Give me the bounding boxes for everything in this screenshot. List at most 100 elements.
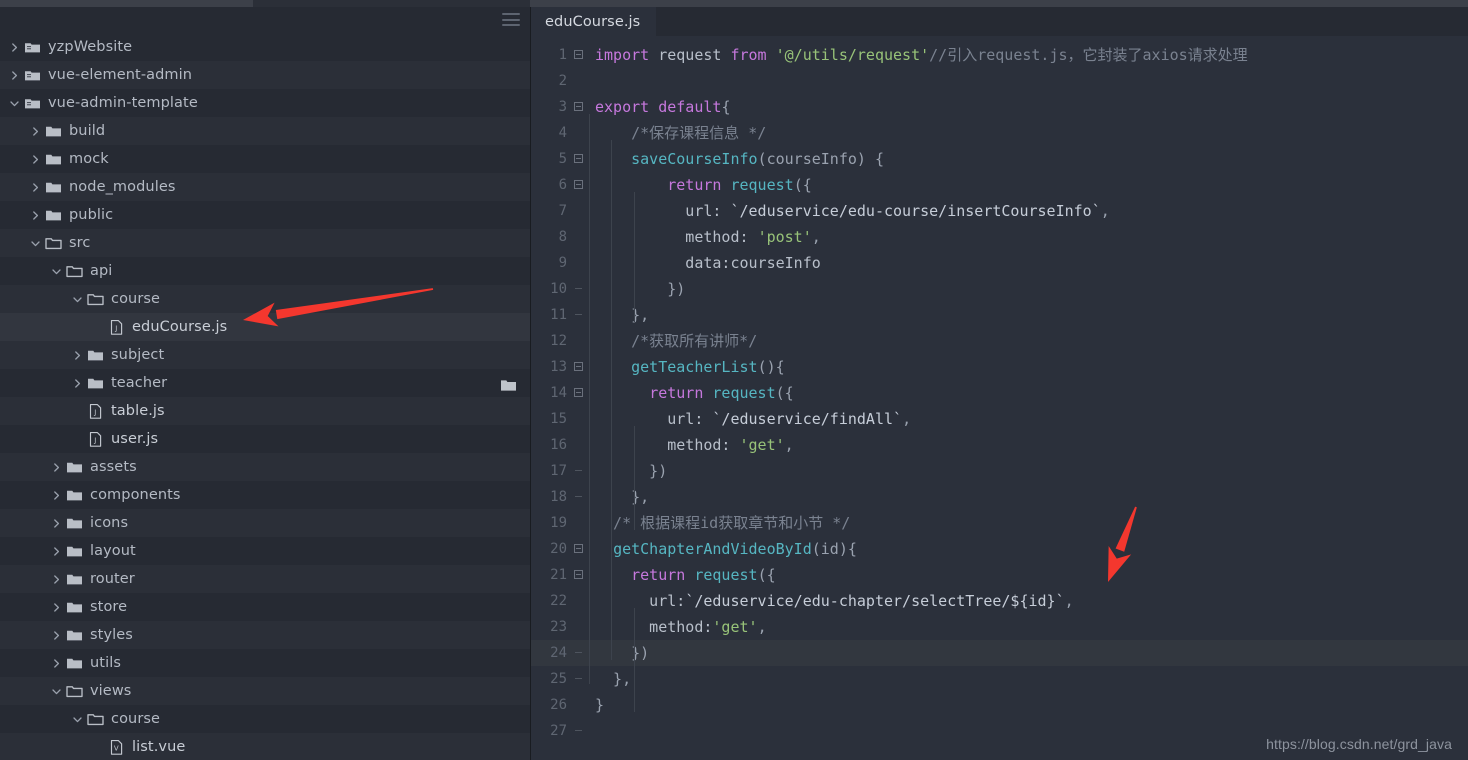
code-line-21[interactable]: 21 return request({: [531, 562, 1468, 588]
tree-folder-views[interactable]: views: [0, 677, 530, 705]
chevron-right-icon[interactable]: [8, 69, 21, 82]
code-line-7[interactable]: 7 url: `/eduservice/edu-course/insertCou…: [531, 198, 1468, 224]
chevron-right-icon[interactable]: [71, 349, 84, 362]
fold-collapse-icon[interactable]: [571, 94, 589, 120]
chevron-right-icon[interactable]: [71, 377, 84, 390]
chevron-right-icon[interactable]: [29, 209, 42, 222]
tree-folder-router[interactable]: router: [0, 565, 530, 593]
chevron-right-icon[interactable]: [29, 125, 42, 138]
tree-folder-utils[interactable]: utils: [0, 649, 530, 677]
hamburger-menu-icon[interactable]: [502, 13, 520, 26]
tree-folder-yzpwebsite[interactable]: yzpWebsite: [0, 33, 530, 61]
fold-gutter: [571, 666, 589, 692]
tree-file-educourse-js[interactable]: JeduCourse.js: [0, 313, 530, 341]
code-line-18[interactable]: 18 },: [531, 484, 1468, 510]
tree-folder-components[interactable]: components: [0, 481, 530, 509]
fold-collapse-icon[interactable]: [571, 172, 589, 198]
tree-file-table-js[interactable]: Jtable.js: [0, 397, 530, 425]
code-area[interactable]: 1 import request from '@/utils/request'//…: [531, 36, 1468, 760]
folder-open-icon: [66, 263, 83, 280]
code-line-12[interactable]: 12 /*获取所有讲师*/: [531, 328, 1468, 354]
code-line-15[interactable]: 15 url: `/eduservice/findAll`,: [531, 406, 1468, 432]
left-scrollbar-track[interactable]: [253, 0, 530, 7]
tree-folder-course[interactable]: course: [0, 705, 530, 733]
code-line-14[interactable]: 14 return request({: [531, 380, 1468, 406]
chevron-down-icon[interactable]: [8, 97, 21, 110]
code-line-23[interactable]: 23 method:'get',: [531, 614, 1468, 640]
tree-folder-public[interactable]: public: [0, 201, 530, 229]
code-line-3[interactable]: 3 export default{: [531, 94, 1468, 120]
tree-folder-mock[interactable]: mock: [0, 145, 530, 173]
tree-file-list-vue[interactable]: Vlist.vue: [0, 733, 530, 760]
code-line-11[interactable]: 11 },: [531, 302, 1468, 328]
code-line-8[interactable]: 8 method: 'post',: [531, 224, 1468, 250]
code-line-9[interactable]: 9 data:courseInfo: [531, 250, 1468, 276]
tree-folder-teacher[interactable]: teacher: [0, 369, 530, 397]
code-line-24[interactable]: 24 }): [531, 640, 1468, 666]
chevron-right-icon[interactable]: [29, 153, 42, 166]
code-line-10[interactable]: 10 }): [531, 276, 1468, 302]
chevron-down-icon[interactable]: [50, 685, 63, 698]
tree-folder-store[interactable]: store: [0, 593, 530, 621]
code-line-1[interactable]: 1 import request from '@/utils/request'//…: [531, 42, 1468, 68]
tree-file-user-js[interactable]: Juser.js: [0, 425, 530, 453]
fold-collapse-icon[interactable]: [571, 354, 589, 380]
chevron-right-icon[interactable]: [50, 517, 63, 530]
chevron-right-icon[interactable]: [50, 601, 63, 614]
tree-folder-assets[interactable]: assets: [0, 453, 530, 481]
code-line-4[interactable]: 4 /*保存课程信息 */: [531, 120, 1468, 146]
code-line-26[interactable]: 26}: [531, 692, 1468, 718]
tree-folder-vue-element-admin[interactable]: vue-element-admin: [0, 61, 530, 89]
fold-gutter: [571, 588, 589, 614]
tree-item-label: yzpWebsite: [48, 39, 133, 55]
code-text: },: [595, 670, 632, 688]
tree-folder-api[interactable]: api: [0, 257, 530, 285]
fold-collapse-icon[interactable]: [571, 42, 589, 68]
left-scrollbar-thumb[interactable]: [0, 0, 253, 7]
fold-collapse-icon[interactable]: [571, 146, 589, 172]
chevron-right-icon[interactable]: [50, 657, 63, 670]
code-line-6[interactable]: 6 return request({: [531, 172, 1468, 198]
tree-item-label: build: [69, 123, 106, 139]
fold-collapse-icon[interactable]: [571, 536, 589, 562]
chevron-right-icon[interactable]: [8, 41, 21, 54]
chevron-down-icon[interactable]: [50, 265, 63, 278]
chevron-down-icon[interactable]: [29, 237, 42, 250]
tab-educourse-js[interactable]: eduCourse.js: [531, 7, 657, 36]
chevron-down-icon[interactable]: [71, 293, 84, 306]
code-line-13[interactable]: 13 getTeacherList(){: [531, 354, 1468, 380]
tree-folder-src[interactable]: src: [0, 229, 530, 257]
chevron-right-icon[interactable]: [50, 489, 63, 502]
code-line-5[interactable]: 5 saveCourseInfo(courseInfo) {: [531, 146, 1468, 172]
chevron-right-icon[interactable]: [50, 545, 63, 558]
tree-folder-layout[interactable]: layout: [0, 537, 530, 565]
line-number: 27: [550, 723, 567, 739]
code-line-25[interactable]: 25 },: [531, 666, 1468, 692]
tree-folder-course[interactable]: course: [0, 285, 530, 313]
chevron-down-icon[interactable]: [71, 713, 84, 726]
code-line-22[interactable]: 22 url:`/eduservice/edu-chapter/selectTr…: [531, 588, 1468, 614]
line-number: 19: [550, 515, 567, 531]
code-line-19[interactable]: 19 /* 根据课程id获取章节和小节 */: [531, 510, 1468, 536]
code-line-16[interactable]: 16 method: 'get',: [531, 432, 1468, 458]
code-line-20[interactable]: 20 getChapterAndVideoById(id){: [531, 536, 1468, 562]
tree-folder-build[interactable]: build: [0, 117, 530, 145]
tree-folder-subject[interactable]: subject: [0, 341, 530, 369]
right-scrollbar-thumb[interactable]: [530, 0, 1468, 7]
code-line-17[interactable]: 17 }): [531, 458, 1468, 484]
chevron-right-icon[interactable]: [50, 629, 63, 642]
line-number: 1: [558, 47, 567, 63]
tree-folder-node-modules[interactable]: node_modules: [0, 173, 530, 201]
code-line-2[interactable]: 2: [531, 68, 1468, 94]
tree-item-label: components: [90, 487, 181, 503]
tree-item-label: styles: [90, 627, 133, 643]
code-text: getChapterAndVideoById(id){: [613, 540, 857, 558]
chevron-right-icon[interactable]: [50, 461, 63, 474]
chevron-right-icon[interactable]: [29, 181, 42, 194]
tree-folder-vue-admin-template[interactable]: vue-admin-template: [0, 89, 530, 117]
tree-folder-styles[interactable]: styles: [0, 621, 530, 649]
chevron-right-icon[interactable]: [50, 573, 63, 586]
fold-collapse-icon[interactable]: [571, 380, 589, 406]
tree-folder-icons[interactable]: icons: [0, 509, 530, 537]
fold-collapse-icon[interactable]: [571, 562, 589, 588]
